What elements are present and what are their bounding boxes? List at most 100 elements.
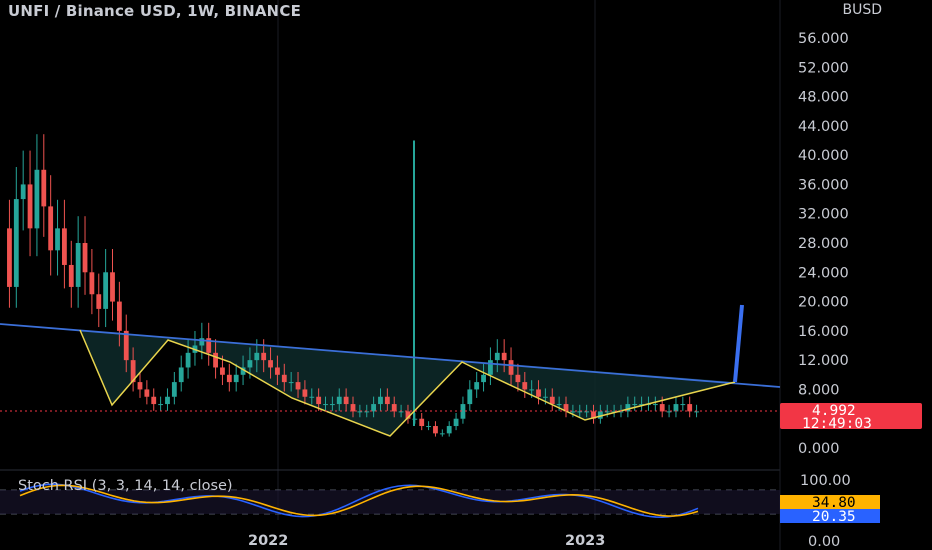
candle-body (144, 389, 150, 397)
candle-body (488, 360, 493, 375)
candle-body (632, 404, 638, 406)
candle-body (391, 404, 397, 412)
candle-body (165, 396, 170, 405)
chart-canvas[interactable]: 56.000 52.000 48.000 44.000 40.000 36.000 32.0… (0, 0, 932, 550)
price-axis: 56.000 52.000 48.000 44.000 40.000 36.000 32.0… (798, 31, 849, 457)
candle-body (41, 169, 47, 207)
stoch-k-value: 20.35 (812, 509, 856, 525)
candle-body (281, 374, 287, 383)
candle-body (302, 389, 308, 397)
price-tick-label: 52.000 (798, 60, 849, 76)
candle-body (82, 243, 88, 273)
candle-body (226, 374, 232, 383)
candle-body (494, 352, 500, 361)
candle-body (220, 367, 225, 375)
candle-body (419, 418, 425, 427)
price-tick-label: 20.000 (798, 295, 849, 311)
candle-body (233, 374, 239, 383)
candle-body (68, 264, 74, 287)
stoch-axis-bottom: 0.00 (808, 534, 840, 550)
candle-body (343, 396, 349, 405)
candle-body (577, 411, 583, 413)
candle-body (158, 404, 164, 406)
candle-body (694, 411, 699, 413)
candle-body (501, 352, 507, 361)
price-tick-label: 32.000 (798, 207, 849, 223)
candle-body (474, 382, 480, 390)
candle-body (398, 411, 404, 413)
price-tick-label: 48.000 (798, 90, 849, 106)
candle-body (426, 426, 431, 428)
candle-body (7, 228, 12, 287)
candle-body (268, 360, 273, 368)
candle-body (288, 382, 294, 384)
candle-body (213, 352, 218, 368)
candle-body (178, 367, 184, 383)
candle-body (508, 360, 514, 375)
candle-body (542, 396, 548, 398)
candle-body (453, 418, 459, 427)
candle-body (536, 389, 541, 397)
candle-body (75, 243, 81, 287)
candle-body (110, 272, 115, 302)
candle-body (604, 411, 610, 413)
candle-body (652, 404, 658, 406)
candle-body (556, 404, 562, 406)
candle-body (103, 272, 109, 309)
candle-body (336, 396, 342, 405)
candle-body (116, 301, 122, 331)
candle-body (89, 272, 95, 295)
candle-body (309, 396, 315, 398)
candle-body (27, 184, 33, 229)
candle-body (62, 228, 67, 265)
stoch-rsi-title: Stoch RSI (3, 3, 14, 14, close) (18, 478, 233, 494)
candle-body (55, 228, 60, 251)
candle-body (371, 404, 377, 412)
price-tick-label: 16.000 (798, 324, 849, 340)
price-tick-label: 28.000 (798, 236, 849, 252)
candle-body (384, 396, 390, 405)
candle-body (13, 199, 19, 287)
countdown: 12:49:03 (802, 416, 872, 432)
candle-body (137, 382, 143, 390)
candle-body (439, 433, 445, 435)
time-label-2022: 2022 (248, 533, 288, 549)
candle-body (549, 396, 555, 405)
candle-body (185, 352, 191, 368)
price-tick-label: 12.000 (798, 353, 849, 369)
candle-body (254, 352, 260, 361)
candle-body (680, 404, 686, 406)
candle-body (446, 426, 452, 434)
candle-body (433, 426, 438, 434)
candle-body (295, 382, 301, 390)
target-arrow (733, 304, 744, 383)
candle-body (673, 404, 679, 412)
price-tick-label: 0.000 (798, 441, 840, 457)
candle-body (171, 382, 177, 397)
candle-body (34, 169, 40, 229)
price-tick-label: 44.000 (798, 119, 849, 135)
price-tick-label: 24.000 (798, 265, 849, 281)
candle-body (20, 184, 26, 200)
candle-body (481, 374, 486, 383)
candle-body (584, 411, 590, 413)
candle-body (350, 404, 356, 412)
candle-body (467, 389, 473, 405)
time-label-2023: 2023 (565, 533, 605, 549)
candle-body (570, 411, 576, 413)
candle-body (687, 404, 693, 412)
candle-body (96, 294, 102, 309)
price-tick-label: 36.000 (798, 177, 849, 193)
candle-body (48, 206, 54, 251)
candle-body (378, 396, 383, 405)
stoch-axis-top: 100.00 (800, 473, 851, 489)
candle-body (316, 396, 322, 405)
candle-body (659, 404, 665, 412)
price-tick-label: 40.000 (798, 148, 849, 164)
candle-body (123, 330, 129, 361)
candle-body (666, 411, 672, 413)
price-tick-label: 56.000 (798, 31, 849, 47)
candle-body (247, 360, 253, 368)
candle-body (261, 352, 267, 361)
candle-body (364, 411, 370, 413)
